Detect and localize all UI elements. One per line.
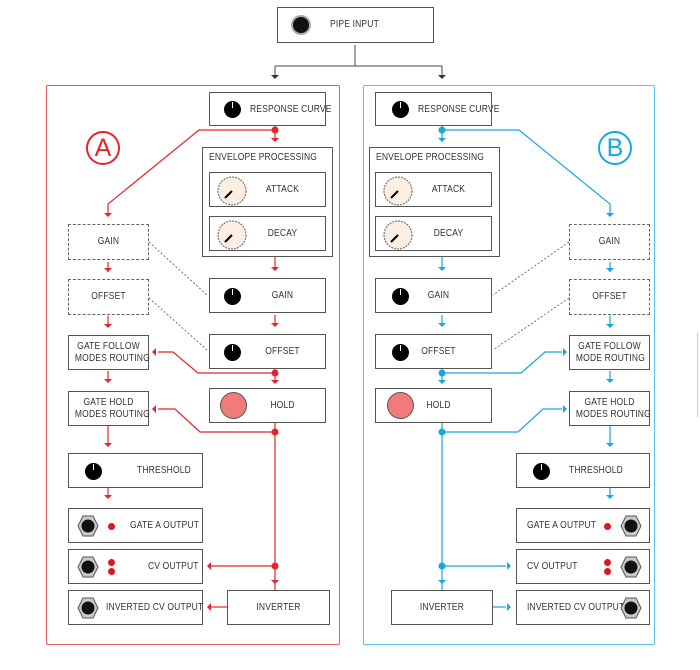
b-gate-hold-routing: GATE HOLD MODES ROUTING [569,391,651,426]
led-icon [108,559,115,566]
knob-icon[interactable] [224,101,241,118]
decay-knob-icon[interactable] [382,219,414,251]
b-gate-output: GATE A OUTPUT [516,508,650,543]
a-envelope-title: ENVELOPE PROCESSING [209,152,318,163]
b-mod-offset: OFFSET [569,279,650,315]
knob-icon[interactable] [224,288,241,305]
input-split-wires [274,45,443,77]
attack-knob-icon[interactable] [382,175,414,207]
b-mod-gain: GAIN [569,224,650,260]
a-inverter: INVERTER [227,590,330,625]
a-attack: ATTACK [209,172,326,207]
b-gate-follow-line2: MODE ROUTING [575,353,646,364]
led-icon [108,568,115,575]
pipe-input-label: PIPE INPUT [330,19,379,30]
knob-icon[interactable] [85,463,102,480]
channel-a-badge: A [86,131,120,165]
b-offset-label: OFFSET [421,346,456,357]
jack-icon[interactable] [77,515,99,537]
jack-icon[interactable] [620,556,642,578]
knob-icon[interactable] [224,344,241,361]
b-cv-output: CV OUTPUT [516,549,650,584]
b-inverter-label: INVERTER [419,602,465,613]
a-inverter-label: INVERTER [256,602,301,613]
b-envelope-title: ENVELOPE PROCESSING [376,152,485,163]
a-offset-label: OFFSET [265,346,300,357]
a-hold: HOLD [209,388,326,423]
b-inverter: INVERTER [391,590,493,625]
b-decay-label: DECAY [433,228,464,239]
b-attack-label: ATTACK [431,184,466,195]
a-threshold: THRESHOLD [68,453,203,488]
a-mod-gain: GAIN [68,224,149,260]
jack-icon[interactable] [77,597,99,619]
arrow-to-a [271,75,279,79]
jack-icon[interactable] [293,17,309,33]
attack-knob-icon[interactable] [216,175,248,207]
b-threshold: THRESHOLD [516,453,650,488]
b-decay: DECAY [375,216,492,251]
a-inverted-cv-output: INVERTED CV OUTPUT [68,590,203,625]
b-mod-gain-label: GAIN [598,236,621,247]
a-gain-label: GAIN [271,290,294,301]
b-inverted-cv-output-label: INVERTED CV OUTPUT [527,602,625,613]
a-response-curve: RESPONSE CURVE [209,92,331,126]
scrollbar[interactable] [697,333,698,417]
a-gate-follow-line2: MODES ROUTING [74,353,150,364]
jack-icon[interactable] [620,515,642,537]
jack-icon[interactable] [620,597,642,619]
b-hold-label: HOLD [426,400,451,411]
a-gate-hold-line2: MODES ROUTING [74,409,150,420]
hold-button[interactable] [220,392,247,419]
a-inverted-cv-output-label: INVERTED CV OUTPUT [106,602,204,613]
a-decay: DECAY [209,216,326,251]
b-cv-output-label: CV OUTPUT [527,561,578,572]
b-gate-hold-line2: MODES ROUTING [575,409,651,420]
a-attack-label: ATTACK [265,184,300,195]
a-mod-offset-label: OFFSET [91,291,126,302]
led-icon [108,523,115,530]
decay-knob-icon[interactable] [216,219,248,251]
led-icon [604,559,611,566]
b-hold: HOLD [375,388,492,423]
jack-icon[interactable] [77,556,99,578]
b-response-curve-label: RESPONSE CURVE [418,104,500,115]
a-threshold-label: THRESHOLD [137,465,191,476]
channel-b-badge: B [598,131,632,165]
knob-icon[interactable] [392,101,409,118]
b-attack: ATTACK [375,172,492,207]
b-inverted-cv-output: INVERTED CV OUTPUT [516,590,650,625]
a-mod-gain-label: GAIN [97,236,120,247]
a-cv-output-label: CV OUTPUT [148,561,199,572]
a-gain: GAIN [209,278,326,313]
a-gate-hold-routing: GATE HOLD MODES ROUTING [68,391,150,426]
b-offset: OFFSET [375,334,492,369]
led-icon [604,568,611,575]
a-gate-output-label: GATE A OUTPUT [130,520,200,531]
b-gate-follow-routing: GATE FOLLOW MODE ROUTING [569,335,650,370]
b-gain-label: GAIN [427,290,450,301]
pipe-input-box: PIPE INPUT [277,7,434,43]
a-offset: OFFSET [209,334,326,369]
knob-icon[interactable] [533,463,550,480]
led-icon [604,523,611,530]
a-decay-label: DECAY [267,228,298,239]
a-response-curve-label: RESPONSE CURVE [250,104,332,115]
a-gate-output: GATE A OUTPUT [68,508,203,543]
b-gain: GAIN [375,278,492,313]
arrow-to-b [438,75,446,79]
a-mod-offset: OFFSET [68,279,149,315]
b-response-curve: RESPONSE CURVE [375,92,499,126]
b-mod-offset-label: OFFSET [592,291,627,302]
b-threshold-label: THRESHOLD [569,465,623,476]
a-cv-output: CV OUTPUT [68,549,203,584]
b-gate-output-label: GATE A OUTPUT [527,520,597,531]
a-hold-label: HOLD [270,400,295,411]
a-gate-follow-routing: GATE FOLLOW MODES ROUTING [68,335,150,370]
